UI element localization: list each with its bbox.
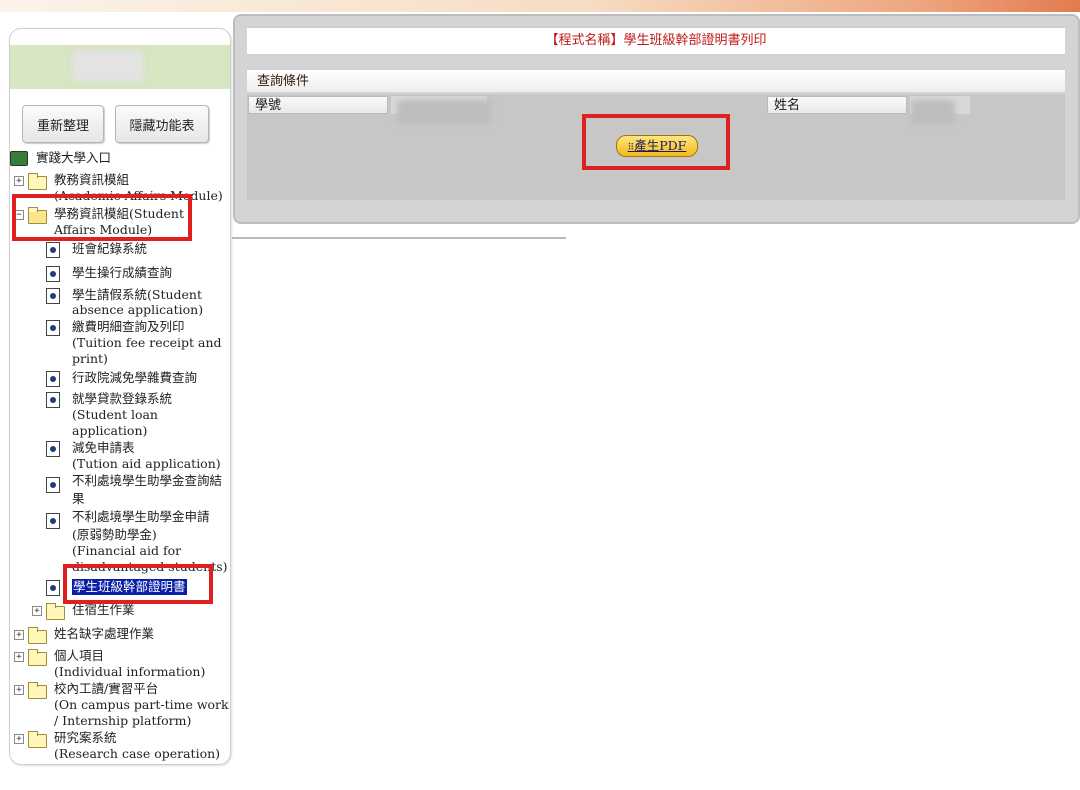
divider-line (232, 237, 566, 239)
expand-icon[interactable]: + (14, 685, 24, 695)
student-id-label: 學號 (248, 96, 388, 114)
tree-item-sublabel: / Internship platform) (54, 713, 192, 728)
main-panel: 【程式名稱】學生班級幹部證明書列印 查詢條件 學號 姓名 ⠿產生PDF (233, 14, 1080, 224)
tree-item-sublabel: print) (72, 351, 108, 366)
folder-icon (28, 682, 47, 699)
highlight-box-cadre-certificate (63, 564, 213, 604)
document-icon (46, 242, 60, 258)
tree-item-label: 住宿生作業 (72, 602, 135, 617)
page-title: 【程式名稱】學生班級幹部證明書列印 (247, 26, 1065, 56)
hide-menu-button[interactable]: 隱藏功能表 (115, 105, 209, 143)
tree-item-sublabel: (On campus part-time work (54, 697, 229, 712)
folder-icon (46, 603, 65, 620)
tree-item-label: 就學貸款登錄系統 (72, 391, 173, 406)
name-label: 姓名 (767, 96, 907, 114)
tree-item-label: 繳費明細查詢及列印 (72, 319, 185, 334)
folder-icon (28, 649, 47, 666)
expand-icon[interactable]: + (14, 652, 24, 662)
tree-item-label: 校內工讀/實習平台 (54, 681, 159, 696)
redacted-student-id (397, 100, 491, 124)
tree-item-label: 班會紀錄系統 (72, 241, 148, 256)
tree-root-label: 實踐大學入口 (36, 150, 112, 165)
tree-item-sublabel: (Financial aid for (72, 543, 182, 558)
tree-item-label: 學生操行成績查詢 (72, 265, 173, 280)
portal-icon (10, 151, 28, 166)
folder-icon (28, 731, 47, 748)
highlight-box-pdf-button (582, 114, 730, 170)
expand-icon[interactable]: + (32, 606, 42, 616)
tree-item-sublabel: application) (72, 423, 148, 438)
document-icon (46, 266, 60, 282)
tree-item-label: 行政院減免學雜費查詢 (72, 370, 198, 385)
top-gradient-bar (0, 0, 1080, 12)
tree-item-sublabel: (原弱勢助學金) (72, 527, 157, 542)
redacted-user-info (72, 51, 144, 81)
highlight-box-student-affairs (12, 194, 192, 241)
tree-item-sublabel: (Tution aid application) (72, 456, 221, 471)
document-icon (46, 392, 60, 408)
document-icon (46, 288, 60, 304)
expand-icon[interactable]: + (14, 630, 24, 640)
tree-item-sublabel: (Research case operation) (54, 746, 221, 761)
tree-item-sublabel: absence application) (72, 302, 204, 317)
tree-item-sublabel: 果 (72, 491, 85, 506)
tree-item-label: 教務資訊模組 (54, 172, 130, 187)
sidebar-panel: 重新整理 隱藏功能表 實踐大學入口 + 教務資訊模組 (Academic Aff… (9, 28, 231, 765)
tree-item-sublabel: (Student loan (72, 407, 158, 422)
expand-icon[interactable]: + (14, 734, 24, 744)
document-icon (46, 580, 60, 596)
tree-item-label: 不利處境學生助學金查詢結 (72, 473, 223, 488)
redacted-name (911, 100, 955, 124)
document-icon (46, 477, 60, 493)
tree-item-label: 姓名缺字處理作業 (54, 626, 155, 641)
document-icon (46, 371, 60, 387)
document-icon (46, 320, 60, 336)
expand-icon[interactable]: + (14, 176, 24, 186)
tree-item-label: 不利處境學生助學金申請 (72, 509, 210, 524)
document-icon (46, 441, 60, 457)
query-conditions-header: 查詢條件 (247, 68, 1065, 92)
tree-item-label: 減免申請表 (72, 440, 135, 455)
tree-item-label: 研究案系統 (54, 730, 117, 745)
sidebar-user-banner (10, 45, 230, 89)
folder-icon (28, 173, 47, 190)
tree-item-label: 個人項目 (54, 648, 105, 663)
tree-item-label: 學生請假系統(Student (72, 287, 202, 302)
folder-icon (28, 627, 47, 644)
tree-item-sublabel: (Individual information) (54, 664, 206, 679)
tree-item-sublabel: (Tuition fee receipt and (72, 335, 222, 350)
document-icon (46, 513, 60, 529)
refresh-button[interactable]: 重新整理 (22, 105, 104, 143)
